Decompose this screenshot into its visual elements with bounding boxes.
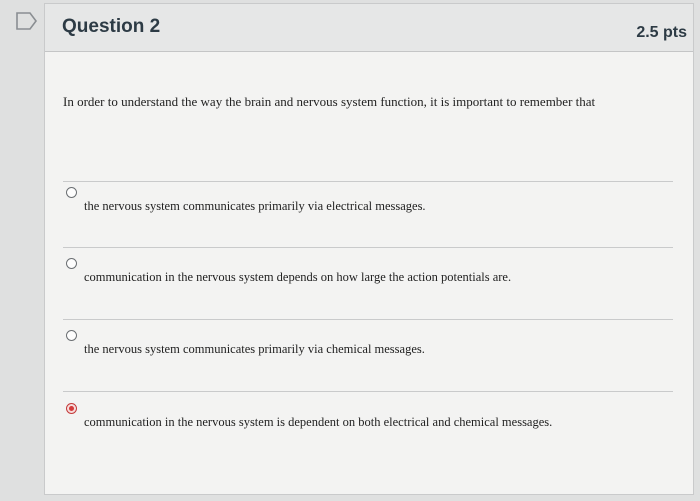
answer-label: the nervous system communicates primaril… bbox=[84, 199, 426, 213]
question-title: Question 2 bbox=[62, 16, 161, 37]
answer-option-4[interactable]: communication in the nervous system is d… bbox=[63, 403, 683, 443]
answer-label: communication in the nervous system is d… bbox=[84, 415, 553, 429]
radio-button[interactable] bbox=[66, 330, 77, 341]
question-points: 2.5 pts bbox=[636, 24, 687, 41]
answer-option-1[interactable]: the nervous system communicates primaril… bbox=[63, 187, 683, 227]
radio-button[interactable] bbox=[66, 258, 77, 269]
answer-divider bbox=[63, 247, 673, 248]
radio-button-selected[interactable] bbox=[66, 403, 77, 414]
flag-question-icon[interactable] bbox=[14, 10, 40, 32]
answer-divider bbox=[63, 181, 673, 182]
answer-option-2[interactable]: communication in the nervous system depe… bbox=[63, 258, 683, 298]
answer-label: communication in the nervous system depe… bbox=[84, 270, 512, 284]
answer-option-3[interactable]: the nervous system communicates primaril… bbox=[63, 330, 683, 370]
question-card: Question 2 2.5 pts In order to understan… bbox=[44, 3, 694, 495]
answer-divider bbox=[63, 391, 673, 392]
question-header: Question 2 2.5 pts bbox=[45, 4, 693, 52]
radio-button[interactable] bbox=[66, 187, 77, 198]
answer-label: the nervous system communicates primaril… bbox=[84, 342, 425, 356]
question-prompt: In order to understand the way the brain… bbox=[63, 94, 596, 109]
answer-divider bbox=[63, 319, 673, 320]
